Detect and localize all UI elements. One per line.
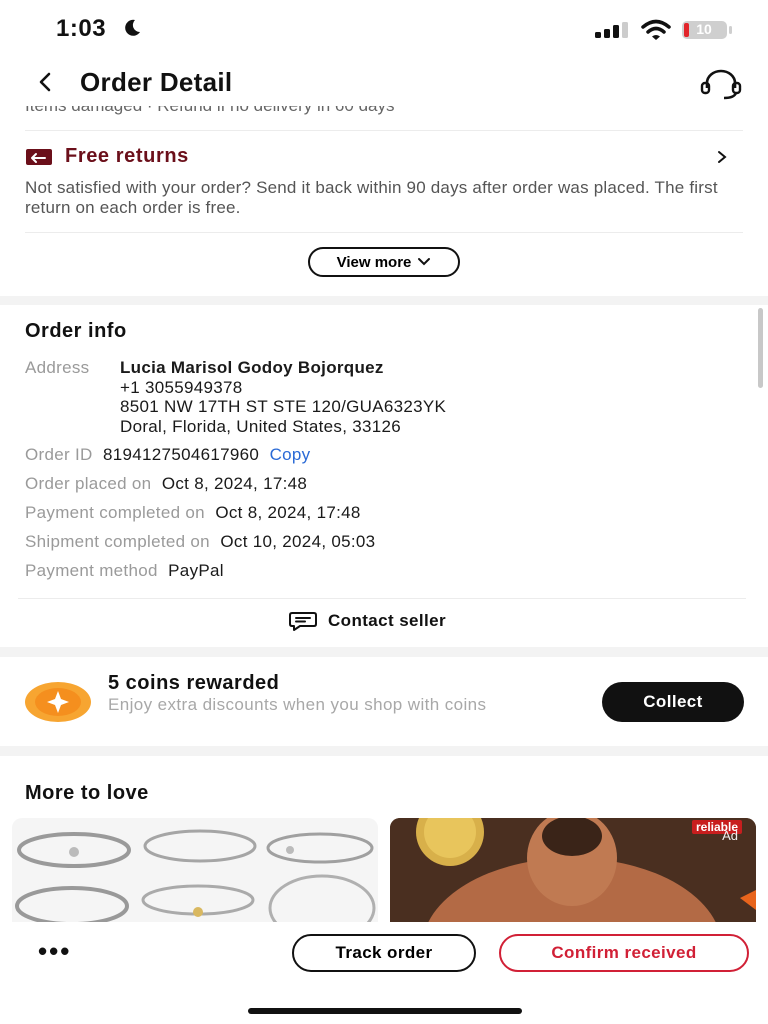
free-returns-description: Not satisfied with your order? Send it b… (25, 178, 718, 217)
order-placed-value: Oct 8, 2024, 17:48 (161, 474, 308, 493)
bracelets-product-image (15, 829, 376, 922)
section-separator (0, 647, 768, 657)
divider (18, 598, 746, 599)
chat-bubble-icon (289, 612, 317, 631)
order-placed-row: Order placed on Oct 8, 2024, 17:48 (25, 474, 307, 494)
order-id-label: Order ID (25, 445, 93, 464)
payment-method-label: Payment method (25, 561, 158, 580)
copy-order-id-link[interactable]: Copy (270, 445, 311, 464)
page-title: Order Detail (80, 67, 233, 97)
recipient-phone: +1 3055949378 (120, 377, 243, 397)
cellular-signal-icon (595, 22, 628, 38)
collect-coins-button[interactable]: Collect (602, 682, 744, 722)
address-line-2: Doral, Florida, United States, 33126 (120, 416, 402, 436)
home-indicator[interactable] (248, 1008, 522, 1014)
confirm-received-button[interactable]: Confirm received (499, 934, 749, 972)
order-id-row: Order ID 8194127504617960 Copy (25, 445, 310, 465)
track-order-button[interactable]: Track order (292, 934, 476, 972)
header: Order Detail (0, 60, 768, 106)
bottom-action-bar: ••• Track order Confirm received (0, 922, 768, 1024)
address-label: Address (25, 358, 90, 377)
payment-completed-label: Payment completed on (25, 503, 205, 522)
payment-completed-row: Payment completed on Oct 8, 2024, 17:48 (25, 503, 361, 523)
free-returns-row[interactable]: Free returns (25, 143, 745, 173)
battery-icon: 10 (681, 20, 732, 40)
customer-service-icon[interactable] (698, 68, 744, 100)
free-returns-title: Free returns (65, 145, 189, 167)
section-separator (0, 746, 768, 756)
contact-seller-button[interactable]: Contact seller (288, 610, 446, 632)
scrollbar[interactable] (758, 308, 763, 388)
back-arrow-icon[interactable] (34, 70, 58, 94)
payment-method-row: Payment method PayPal (25, 561, 224, 581)
address-block: Lucia Marisol Godoy Bojorquez +1 3055949… (120, 358, 446, 436)
shipment-completed-row: Shipment completed on Oct 10, 2024, 05:0… (25, 532, 375, 552)
product-card-bracelets[interactable] (12, 818, 378, 922)
recipient-name: Lucia Marisol Godoy Bojorquez (120, 358, 384, 377)
shipment-completed-value: Oct 10, 2024, 05:03 (220, 532, 376, 551)
payment-method-value: PayPal (168, 561, 224, 580)
moon-icon (125, 19, 140, 36)
section-separator (0, 296, 768, 305)
ad-label: Ad (722, 828, 738, 843)
address-line-1: 8501 NW 17TH ST STE 120/GUA6323YK (120, 397, 447, 416)
more-options-button[interactable]: ••• (38, 936, 71, 967)
address-row: Address (25, 358, 89, 378)
status-bar: 1:03 10 (0, 0, 768, 60)
order-placed-label: Order placed on (25, 474, 152, 493)
more-to-love-title: More to love (25, 782, 149, 804)
order-info-title: Order info (25, 320, 127, 342)
coin-icon (25, 682, 91, 722)
product-card-ad[interactable]: reliable Ad (390, 818, 756, 922)
wifi-icon (641, 19, 671, 40)
view-more-button[interactable]: View more (308, 247, 460, 277)
chevron-down-icon (418, 258, 431, 266)
battery-level: 10 (696, 21, 712, 37)
status-time: 1:03 (56, 15, 107, 42)
divider (25, 130, 743, 131)
divider (25, 232, 743, 233)
view-more-label: View more (336, 253, 412, 271)
order-id-value: 8194127504617960 (103, 445, 260, 464)
contact-seller-label: Contact seller (328, 611, 447, 630)
return-box-icon (26, 149, 52, 165)
payment-completed-value: Oct 8, 2024, 17:48 (215, 503, 361, 522)
shipment-completed-label: Shipment completed on (25, 532, 210, 551)
coins-rewarded-title: 5 coins rewarded (108, 672, 280, 694)
coins-description: Enjoy extra discounts when you shop with… (108, 695, 487, 714)
chevron-right-icon (718, 151, 727, 163)
